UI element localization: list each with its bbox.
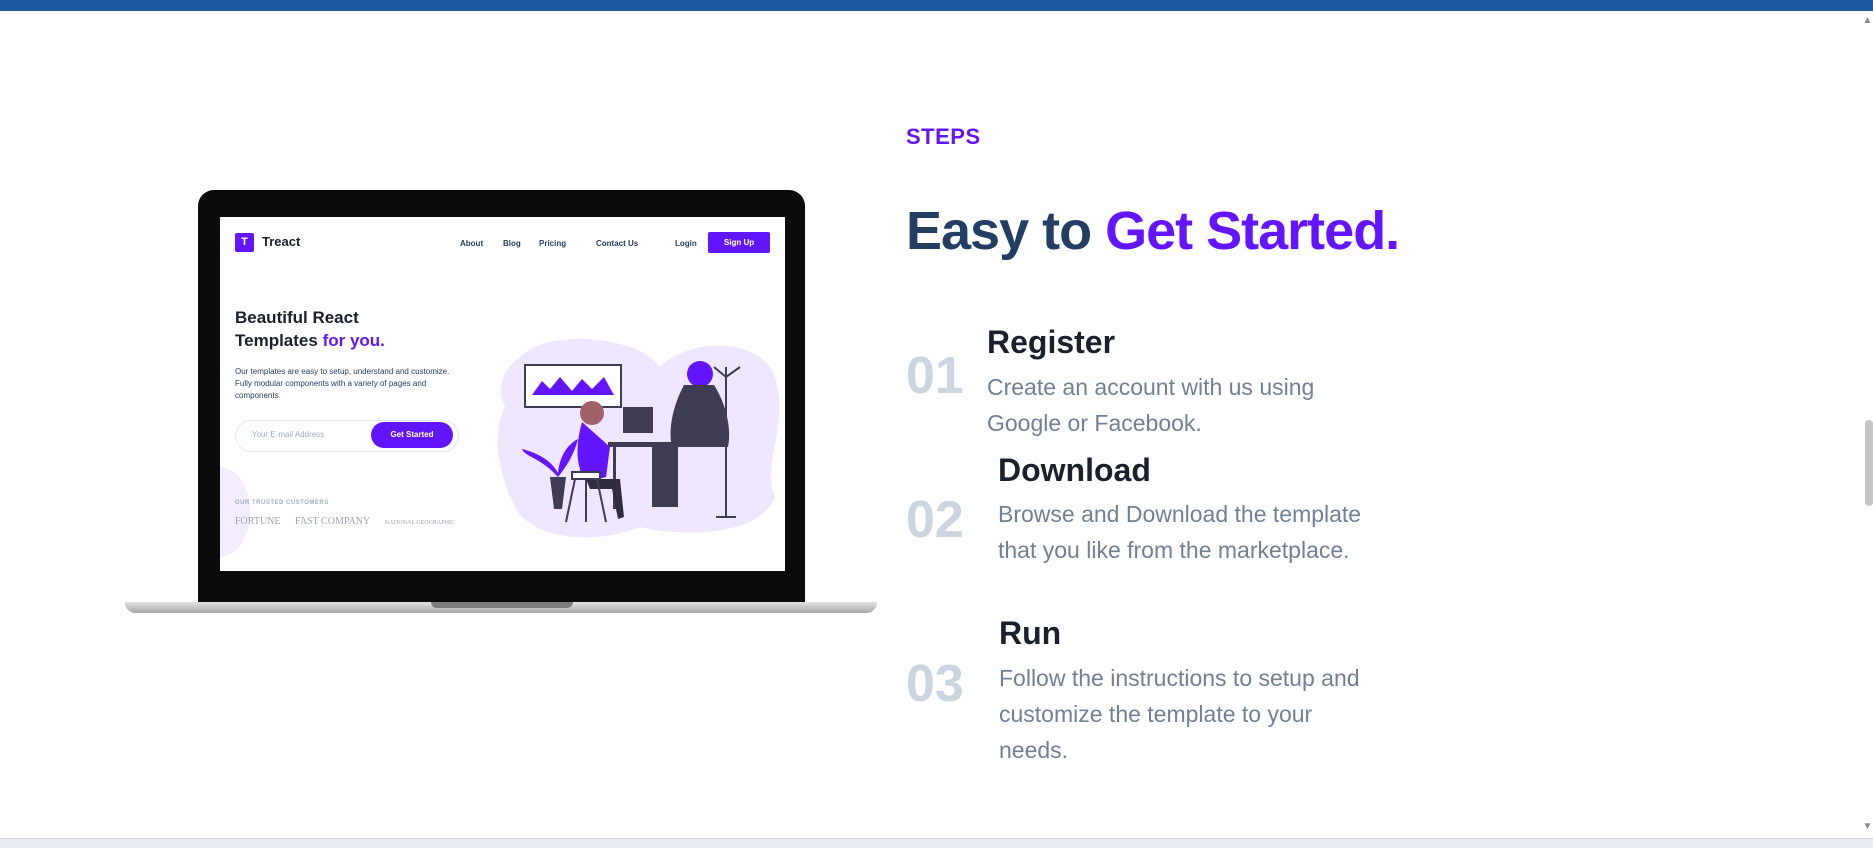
scroll-down-arrow-icon[interactable]: ▼: [1862, 820, 1873, 834]
section-label: STEPS: [906, 124, 981, 149]
step-description-1: Create an account with us using Google o…: [987, 374, 1315, 436]
laptop-screen: T Treact About Blog Pricing Contact Us L…: [220, 217, 785, 571]
browser-top-bar: [0, 0, 1873, 11]
heading-start: Easy to: [906, 201, 1092, 261]
step-number-3: 03: [906, 655, 964, 713]
laptop-notch: [431, 602, 573, 608]
hat: [687, 361, 713, 387]
heading-accent: Get Started.: [1105, 201, 1400, 261]
step-number-2: 02: [906, 491, 964, 549]
step-number-1: 01: [906, 347, 964, 405]
scrollbar-thumb[interactable]: [1865, 420, 1873, 506]
person-head: [580, 401, 604, 425]
section-heading: Easy to Get Started.: [906, 200, 1400, 262]
desk-drawers: [652, 447, 678, 507]
workspace-illustration: [497, 338, 780, 538]
step-description-2: Browse and Download the template that yo…: [998, 501, 1362, 563]
step-description-3: Follow the instructions to setup and cus…: [999, 665, 1360, 763]
step-title-3: Run: [999, 615, 1062, 651]
scroll-up-arrow-icon[interactable]: ▲: [1862, 14, 1873, 28]
computer-screen: [623, 407, 653, 433]
step-title-1: Register: [987, 324, 1116, 360]
step-title-2: Download: [998, 452, 1151, 488]
laptop-mockup: T Treact About Blog Pricing Contact Us L…: [125, 190, 877, 620]
